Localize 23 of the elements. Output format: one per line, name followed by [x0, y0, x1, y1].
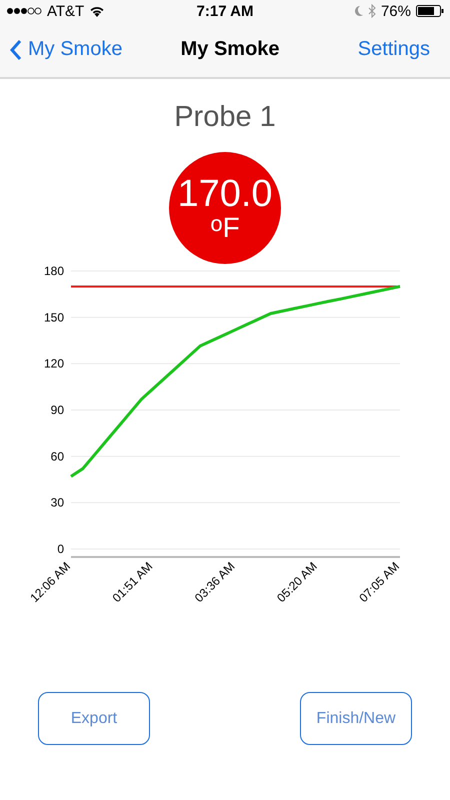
y-tick-label: 90 — [50, 403, 64, 417]
moon-icon — [352, 5, 363, 17]
bluetooth-icon — [368, 4, 376, 18]
screen-title: My Smoke — [180, 38, 280, 61]
y-tick-label: 0 — [57, 542, 64, 556]
carrier: AT&T — [47, 2, 84, 20]
signal-icon — [6, 5, 42, 17]
y-tick-label: 180 — [44, 264, 64, 278]
action-button[interactable]: Export — [38, 692, 150, 745]
battery-icon — [416, 5, 444, 17]
clock: 7:17 AM — [196, 2, 254, 20]
y-tick-label: 30 — [50, 496, 64, 510]
battery-percent: 76% — [380, 2, 411, 20]
back-button[interactable]: My Smoke — [10, 38, 122, 61]
wifi-icon — [89, 5, 106, 17]
temperature-badge: 170.0 $^{o}$F — [169, 152, 281, 264]
action-button[interactable]: Finish/New — [300, 692, 412, 745]
back-chevron-icon — [10, 38, 22, 60]
y-tick-label: 60 — [50, 449, 64, 464]
probe-title: Probe 1 — [174, 101, 276, 134]
y-tick-label: 120 — [44, 356, 64, 371]
y-tick-label: 150 — [44, 310, 64, 324]
settings-button[interactable]: Settings — [358, 38, 430, 61]
